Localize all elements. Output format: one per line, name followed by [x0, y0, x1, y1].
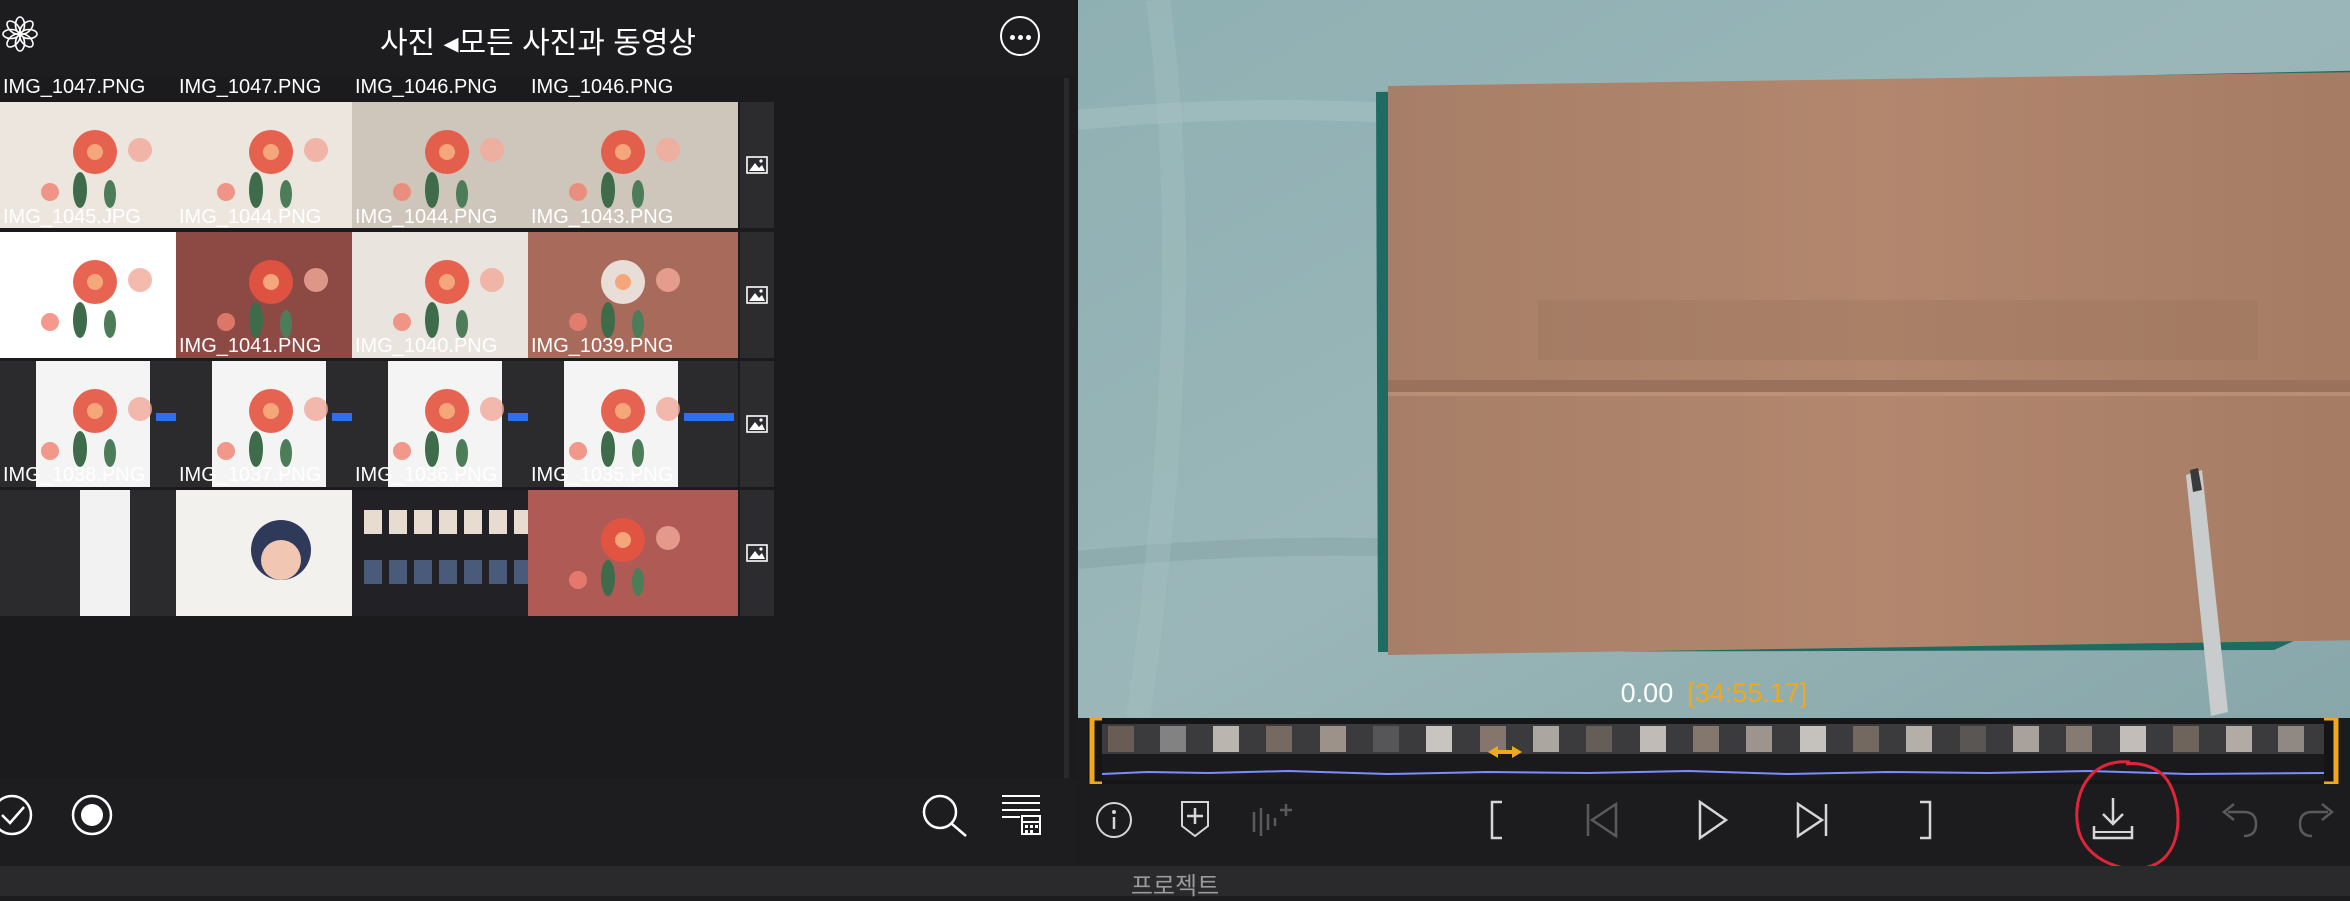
preview-panel: 0.00 [34:55.17] — [1078, 0, 2350, 871]
media-browser-panel: 사진 ◂모든 사진과 동영상 IMG_1047.PNG3000x3000IMG_… — [0, 0, 1076, 866]
photo-filename: IMG_1045.JPG — [3, 206, 141, 228]
timecode-display: 0.00 [34:55.17] — [1078, 678, 2350, 709]
image-type-icon — [746, 415, 768, 433]
photo-filename: IMG_1046.PNG — [355, 76, 498, 98]
current-time: 0.00 — [1620, 678, 1674, 708]
photo-grid: IMG_1047.PNG3000x3000IMG_1047.PNG3000x30… — [0, 76, 1062, 776]
photo-thumbnail[interactable] — [528, 490, 738, 616]
photo-filename: IMG_1044.PNG — [179, 206, 322, 228]
photo-filename: IMG_1043.PNG — [531, 206, 674, 228]
photo-filename: IMG_1042.PNG — [3, 335, 146, 357]
audio-add-icon[interactable] — [1248, 800, 1298, 840]
browser-header: 사진 ◂모든 사진과 동영상 — [0, 0, 1076, 76]
redo-icon[interactable] — [2296, 800, 2342, 840]
grid-scrollbar[interactable] — [1064, 78, 1069, 778]
annotation-circle — [2075, 760, 2180, 871]
video-preview[interactable] — [1078, 0, 2350, 718]
record-icon[interactable] — [70, 793, 114, 837]
photo-filename: IMG_1047.PNG — [179, 76, 322, 98]
photo-filename: IMG_1035.PNG — [531, 464, 674, 486]
photo-filename: IMG_1036.PNG — [355, 464, 498, 486]
info-icon[interactable] — [1094, 800, 1134, 840]
image-type-icon — [746, 286, 768, 304]
photo-filename: IMG_1044.PNG — [355, 206, 498, 228]
photo-grid-item[interactable]: IMG_1035.PNG — [528, 464, 774, 658]
bottom-tab-bar: 프로젝트 — [0, 866, 2350, 900]
player-toolbar — [1078, 760, 2350, 871]
skip-back-icon[interactable] — [1582, 800, 1622, 840]
total-duration: [34:55.17] — [1687, 678, 1808, 708]
photo-filename: IMG_1041.PNG — [179, 335, 322, 357]
photo-type-strip — [740, 490, 774, 616]
play-icon[interactable] — [1692, 798, 1732, 842]
image-type-icon — [746, 544, 768, 562]
photo-filename: IMG_1047.PNG — [3, 76, 146, 98]
browser-toolbar — [0, 778, 1076, 866]
search-icon[interactable] — [920, 792, 970, 842]
skip-forward-icon[interactable] — [1792, 800, 1832, 840]
photo-filename: IMG_1039.PNG — [531, 335, 674, 357]
photo-filename: IMG_1038.PNG — [3, 464, 146, 486]
album-title[interactable]: 사진 ◂모든 사진과 동영상 — [0, 18, 1076, 62]
photo-filename: IMG_1037.PNG — [179, 464, 322, 486]
photo-filename: IMG_1040.PNG — [355, 335, 498, 357]
sort-filter-icon[interactable] — [1000, 792, 1044, 840]
add-marker-icon[interactable] — [1178, 798, 1212, 840]
undo-icon[interactable] — [2214, 800, 2260, 840]
image-type-icon — [746, 156, 768, 174]
in-point-bracket-icon[interactable] — [1484, 800, 1510, 840]
more-options-icon[interactable] — [1000, 16, 1040, 56]
select-check-icon[interactable] — [0, 793, 34, 837]
photo-filename: IMG_1046.PNG — [531, 76, 674, 98]
out-point-bracket-icon[interactable] — [1912, 800, 1938, 840]
